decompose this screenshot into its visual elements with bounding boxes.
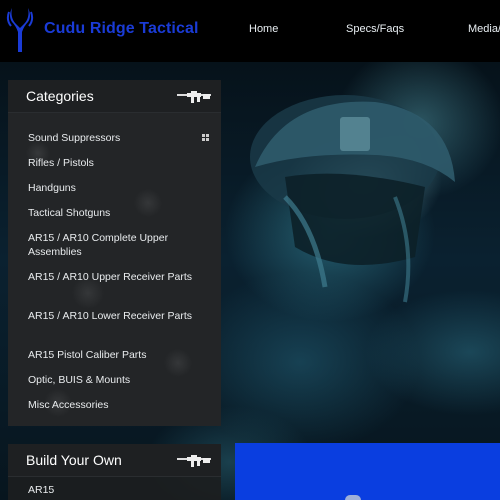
build-your-own-header: Build Your Own bbox=[8, 444, 221, 477]
rifle-icon bbox=[177, 455, 211, 467]
soldier-helmet-image bbox=[250, 95, 455, 303]
build-item-ar15[interactable]: AR15 bbox=[28, 484, 54, 496]
category-tactical-shotguns[interactable]: Tactical Shotguns bbox=[28, 206, 198, 220]
build-your-own-title: Build Your Own bbox=[26, 452, 122, 468]
category-pistol-caliber-parts[interactable]: AR15 Pistol Caliber Parts bbox=[28, 348, 198, 362]
category-optic-buis-mounts[interactable]: Optic, BUIS & Mounts bbox=[28, 373, 198, 387]
promo-block bbox=[235, 443, 500, 500]
nav-home[interactable]: Home bbox=[249, 23, 278, 35]
promo-image bbox=[345, 495, 361, 500]
category-misc-accessories[interactable]: Misc Accessories bbox=[28, 398, 198, 412]
category-lower-receiver-parts[interactable]: AR15 / AR10 Lower Receiver Parts bbox=[28, 309, 198, 323]
grid-icon[interactable] bbox=[202, 134, 209, 141]
site-header: Cudu Ridge Tactical Home Specs/Faqs Medi… bbox=[0, 0, 500, 62]
build-your-own-panel: Build Your Own AR15 bbox=[8, 444, 221, 500]
categories-list: Sound Suppressors Rifles / Pistols Handg… bbox=[8, 113, 221, 426]
category-upper-receiver-parts[interactable]: AR15 / AR10 Upper Receiver Parts bbox=[28, 270, 198, 284]
categories-title: Categories bbox=[26, 88, 94, 104]
categories-panel: Categories Sound Suppressors Rifles / Pi… bbox=[8, 80, 221, 426]
nav-specs-faqs[interactable]: Specs/Faqs bbox=[346, 23, 404, 35]
main-nav: Home Specs/Faqs Media/ bbox=[0, 23, 500, 39]
category-complete-upper-assemblies[interactable]: AR15 / AR10 Complete Upper Assemblies bbox=[28, 231, 198, 259]
category-sound-suppressors[interactable]: Sound Suppressors bbox=[28, 131, 198, 145]
categories-header: Categories bbox=[8, 80, 221, 113]
page: Cudu Ridge Tactical Home Specs/Faqs Medi… bbox=[0, 0, 500, 500]
category-handguns[interactable]: Handguns bbox=[28, 181, 198, 195]
rifle-icon bbox=[177, 91, 211, 103]
nav-media[interactable]: Media/ bbox=[468, 23, 500, 35]
category-rifles-pistols[interactable]: Rifles / Pistols bbox=[28, 156, 198, 170]
